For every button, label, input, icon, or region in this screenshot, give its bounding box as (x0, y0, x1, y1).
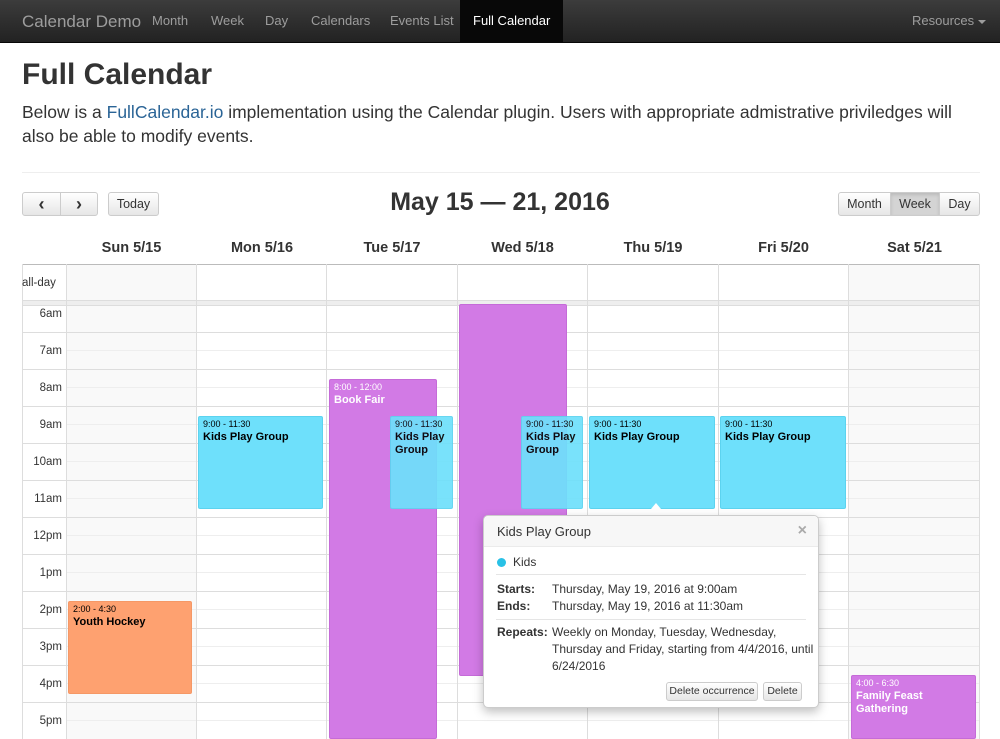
nav-month[interactable]: Month (142, 0, 198, 42)
today-button[interactable]: Today (108, 192, 159, 216)
event-time: 8:00 - 12:00 (334, 382, 383, 392)
time-label: 4pm (39, 678, 62, 690)
event-title: Book Fair (334, 394, 385, 406)
calendar-event[interactable]: 9:00 - 11:30 Kids Play Group (390, 416, 453, 509)
chevron-right-icon: › (76, 194, 82, 214)
nav-calendars[interactable]: Calendars (301, 0, 380, 42)
grid-col-line (66, 264, 67, 739)
view-month-button[interactable]: Month (838, 192, 891, 216)
caret-down-icon (978, 19, 987, 24)
event-time: 9:00 - 11:30 (395, 419, 443, 429)
fullcalendar-link[interactable]: FullCalendar.io (107, 102, 224, 122)
nav-resources-label: Resources (912, 13, 975, 28)
allday-label: all-day (22, 277, 56, 289)
calendar-event[interactable]: 4:00 - 6:30 Family Feast Gathering (851, 675, 976, 739)
calendar-event[interactable]: 2:00 - 4:30 Youth Hockey (68, 601, 192, 694)
time-label: 12pm (33, 530, 62, 542)
grid-line (66, 720, 980, 721)
time-label: 3pm (39, 641, 62, 653)
calendar-event[interactable]: 9:00 - 11:30 Kids Play Group (521, 416, 583, 509)
calendar-event[interactable]: 9:00 - 11:30 Kids Play Group (198, 416, 323, 509)
chevron-left-icon: ‹ (38, 194, 45, 214)
event-time: 9:00 - 11:30 (203, 419, 251, 429)
brand-link[interactable]: Calendar Demo (22, 12, 141, 32)
popover-calendar-name: Kids (513, 555, 537, 569)
time-label: 1pm (39, 567, 62, 579)
calendar-color-dot (497, 558, 506, 567)
calendar-event[interactable]: 9:00 - 11:30 Kids Play Group (720, 416, 846, 509)
event-time: 4:00 - 6:30 (856, 678, 900, 688)
grid-top-border (22, 264, 980, 265)
starts-label: Starts: (497, 582, 536, 596)
day-header-fri: Fri 5/20 (758, 240, 809, 256)
divider (22, 172, 980, 173)
time-label: 6am (39, 308, 62, 320)
time-label: 2pm (39, 604, 62, 616)
day-header-sat: Sat 5/21 (887, 240, 942, 256)
grid-col-line (457, 264, 458, 739)
nav-resources-dropdown[interactable]: Resources (902, 0, 996, 42)
ends-value: Thursday, May 19, 2016 at 11:30am (552, 599, 743, 613)
popover-divider (496, 619, 806, 620)
time-label: 9am (39, 419, 62, 431)
event-title: Kids Play Group (725, 431, 811, 443)
grid-col-line (848, 264, 849, 739)
event-title: Kids Play Group (594, 431, 680, 443)
top-navbar: Calendar Demo Month Week Day Calendars E… (0, 0, 1000, 43)
event-time: 9:00 - 11:30 (725, 419, 773, 429)
page-title: Full Calendar (22, 58, 213, 91)
time-label: 10am (33, 456, 62, 468)
time-label: 8am (39, 382, 62, 394)
popover-arrow (646, 503, 666, 515)
repeats-text: Weekly on Monday, Tuesday, Wednesday, Th… (552, 625, 814, 673)
nav-events-list[interactable]: Events List (380, 0, 464, 42)
day-header-thu: Thu 5/19 (623, 240, 683, 256)
event-title: Family Feast Gathering (856, 690, 923, 715)
popover-title: Kids Play Group (497, 524, 591, 539)
event-time: 9:00 - 11:30 (594, 419, 642, 429)
lead-prefix: Below is a (22, 102, 107, 122)
event-title: Kids Play Group (203, 431, 289, 443)
time-label: 5pm (39, 715, 62, 727)
prev-button[interactable]: ‹ (22, 192, 61, 216)
event-title: Kids Play Group (526, 431, 576, 456)
ends-label: Ends: (497, 599, 531, 613)
delete-occurrence-button[interactable]: Delete occurrence (666, 682, 758, 701)
grid-col-line (326, 264, 327, 739)
calendar-event-selected[interactable]: 9:00 - 11:30 Kids Play Group (589, 416, 715, 509)
time-label: 7am (39, 345, 62, 357)
repeats-value: Weekly on Monday, Tuesday, Wednesday, Th… (552, 624, 814, 675)
day-header-tue: Tue 5/17 (363, 240, 421, 256)
grid-col-line (979, 264, 980, 739)
event-popover: Kids Play Group × Kids Starts: Thursday,… (483, 515, 819, 708)
starts-value: Thursday, May 19, 2016 at 9:00am (552, 582, 738, 596)
nav-day[interactable]: Day (255, 0, 298, 42)
view-week-button[interactable]: Week (890, 192, 940, 216)
event-time: 9:00 - 11:30 (526, 419, 574, 429)
popover-divider (496, 574, 806, 575)
event-title: Kids Play Group (395, 431, 445, 456)
event-time: 2:00 - 4:30 (73, 604, 117, 614)
day-header-wed: Wed 5/18 (491, 240, 554, 256)
nav-full-calendar[interactable]: Full Calendar (460, 0, 564, 42)
close-icon[interactable]: × (798, 522, 807, 540)
day-header-mon: Mon 5/16 (230, 240, 294, 256)
view-day-button[interactable]: Day (939, 192, 980, 216)
repeats-label: Repeats: (497, 625, 548, 639)
time-label: 11am (34, 493, 62, 505)
calendar-title: May 15 — 21, 2016 (390, 188, 610, 216)
weekend-shade-sat (849, 264, 980, 739)
delete-button[interactable]: Delete (763, 682, 802, 701)
nav-week[interactable]: Week (201, 0, 254, 42)
event-title: Youth Hockey (73, 616, 146, 628)
popover-header: Kids Play Group × (484, 516, 818, 547)
next-button[interactable]: › (60, 192, 98, 216)
page-description: Below is a FullCalendar.io implementatio… (22, 100, 982, 148)
grid-col-line (196, 264, 197, 739)
day-header-sun: Sun 5/15 (101, 240, 162, 256)
